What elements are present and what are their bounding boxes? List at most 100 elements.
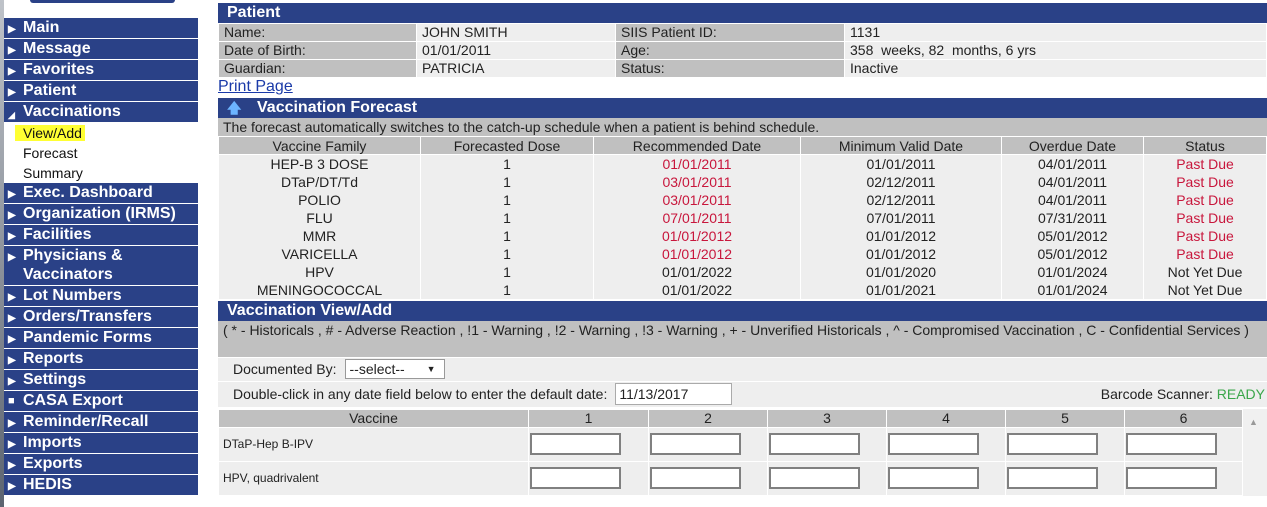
sidebar-item-vaccinations[interactable]: ◢ Vaccinations [4,102,198,123]
sidebar-item-settings[interactable]: ▶ Settings [4,370,198,391]
triangle-right-icon: ▶ [8,481,16,492]
triangle-right-icon: ▶ [8,66,16,77]
sidebar-item-label: Exports [23,455,83,472]
sidebar-item-casa-export[interactable]: ■ CASA Export [4,391,198,412]
sidebar-subitem-summary[interactable]: Summary [4,163,198,183]
vaccination-legend: ( * - Historicals , # - Adverse Reaction… [218,320,1267,357]
documented-by-select[interactable]: --select-- ▼ [344,359,445,379]
sidebar-item-pandemic-forms[interactable]: ▶ Pandemic Forms [4,328,198,349]
recommended-date: 03/01/2011 [593,172,801,191]
forecasted-dose: 1 [420,280,594,299]
vaccine-family: POLIO [218,190,421,209]
sidebar-item-patient[interactable]: ▶ Patient [4,81,198,102]
sidebar-item-imports[interactable]: ▶ Imports [4,433,198,454]
sidebar-item-favorites[interactable]: ▶ Favorites [4,60,198,81]
overdue-date: 05/01/2012 [1001,226,1144,245]
minimum-valid-date: 01/01/2012 [800,244,1002,263]
vaccine-name: HPV, quadrivalent [218,460,529,496]
dose-date-input[interactable] [769,433,860,455]
dose-date-input[interactable] [530,433,621,455]
triangle-right-icon: ▶ [8,313,16,324]
main-content: Patient Name: JOHN SMITH SIIS Patient ID… [218,3,1267,496]
dose-date-input[interactable] [1126,467,1217,489]
vaccine-family: FLU [218,208,421,227]
sidebar-nav: ▶ Main ▶ Message ▶ Favorites ▶ Patient ◢ Vaccinat… [4,18,198,496]
patient-age: 358 weeks, 82 months, 6 yrs [844,41,1267,60]
name-label: Name: [218,23,417,42]
dose-date-input[interactable] [650,467,741,489]
sidebar-item-message[interactable]: ▶ Message [4,39,198,60]
forecasted-dose: 1 [420,226,594,245]
dose-date-input[interactable] [1007,467,1098,489]
forecast-header-row: Vaccine Family Forecasted Dose Recommended… [218,136,1267,155]
dose-date-input[interactable] [888,433,979,455]
dose-date-input[interactable] [650,433,741,455]
overdue-date: 05/01/2012 [1001,244,1144,263]
sidebar-item-label: Organization (IRMS) [23,205,176,222]
sidebar-item-physicians-vaccinators[interactable]: ▶ Physicians & Vaccinators [4,246,198,286]
forecast-status: Past Due [1143,208,1267,227]
dose-cell [886,460,1006,496]
column-header: Vaccine [218,408,529,428]
sidebar-subitem-view-add[interactable]: View/Add [4,123,198,143]
recommended-date: 01/01/2022 [593,262,801,281]
patient-status: Inactive [844,59,1267,78]
triangle-right-icon: ▶ [8,460,16,471]
minimum-valid-date: 01/01/2020 [800,262,1002,281]
dose-cell [528,426,649,462]
triangle-right-icon: ▶ [8,418,16,429]
sidebar-item-lot-numbers[interactable]: ▶ Lot Numbers [4,286,198,307]
dose-cell [528,460,649,496]
dose-date-input[interactable] [1126,433,1217,455]
forecast-status: Not Yet Due [1143,262,1267,281]
column-header: Overdue Date [1001,136,1144,155]
forecast-status: Past Due [1143,190,1267,209]
sidebar-item-hedis[interactable]: ▶ HEDIS [4,475,198,496]
forecasted-dose: 1 [420,172,594,191]
dose-date-input[interactable] [888,467,979,489]
guardian-label: Guardian: [218,59,417,78]
sidebar-item-reminder-recall[interactable]: ▶ Reminder/Recall [4,412,198,433]
sidebar-item-exec-dashboard[interactable]: ▶ Exec. Dashboard [4,183,198,204]
vaccine-family: HPV [218,262,421,281]
sidebar-item-label: Pandemic Forms [23,329,152,346]
dose-cell [886,426,1006,462]
vertical-scrollbar[interactable]: ▲ [1243,408,1267,496]
sidebar-item-label: Imports [23,434,82,451]
sidebar-subitem-forecast[interactable]: Forecast [4,143,198,163]
print-page-link[interactable]: Print Page [218,78,1267,97]
sidebar-item-label: Patient [23,82,77,99]
triangle-right-icon: ▶ [8,292,16,303]
patient-row: Date of Birth: 01/01/2011 Age: 358 weeks… [218,41,1267,60]
vaccination-entry-area: Vaccine 1 2 3 4 5 6 DTaP-Hep B-IPV HPV, quadriv… [218,408,1267,496]
minimum-valid-date: 01/01/2012 [800,226,1002,245]
sidebar-item-exports[interactable]: ▶ Exports [4,454,198,475]
forecast-status: Past Due [1143,172,1267,191]
scroll-up-icon[interactable]: ▲ [1249,417,1258,427]
sidebar-item-reports[interactable]: ▶ Reports [4,349,198,370]
arrow-up-icon[interactable]: 🡅 [227,98,243,118]
forecast-row: MMR 1 01/01/2012 01/01/2012 05/01/2012 Past D… [218,226,1267,245]
forecasted-dose: 1 [420,208,594,227]
sidebar-item-orders-transfers[interactable]: ▶ Orders/Transfers [4,307,198,328]
vaccine-family: MENINGOCOCCAL [218,280,421,299]
dose-date-input[interactable] [1007,433,1098,455]
sidebar-item-facilities[interactable]: ▶ Facilities [4,225,198,246]
default-date-label: Double-click in any date field below to … [233,386,608,402]
dose-date-input[interactable] [530,467,621,489]
status-label: Status: [615,59,845,78]
sidebar-item-main[interactable]: ▶ Main [4,18,198,39]
recommended-date: 01/01/2012 [593,226,801,245]
vaccination-row: DTaP-Hep B-IPV [218,426,1243,462]
vaccination-header-row: Vaccine 1 2 3 4 5 6 [218,408,1243,428]
dose-cell [1005,460,1125,496]
dose-date-input[interactable] [769,467,860,489]
barcode-scanner-ready: READY [1216,386,1265,402]
dose-cell [648,426,768,462]
sidebar-item-organization-irms[interactable]: ▶ Organization (IRMS) [4,204,198,225]
triangle-right-icon: ▶ [8,45,16,56]
barcode-scanner-label: Barcode Scanner: [1100,386,1213,402]
default-date-input[interactable]: 11/13/2017 [615,383,733,405]
dose-cell [767,426,887,462]
forecast-row: FLU 1 07/01/2011 07/01/2011 07/31/2011 Past D… [218,208,1267,227]
